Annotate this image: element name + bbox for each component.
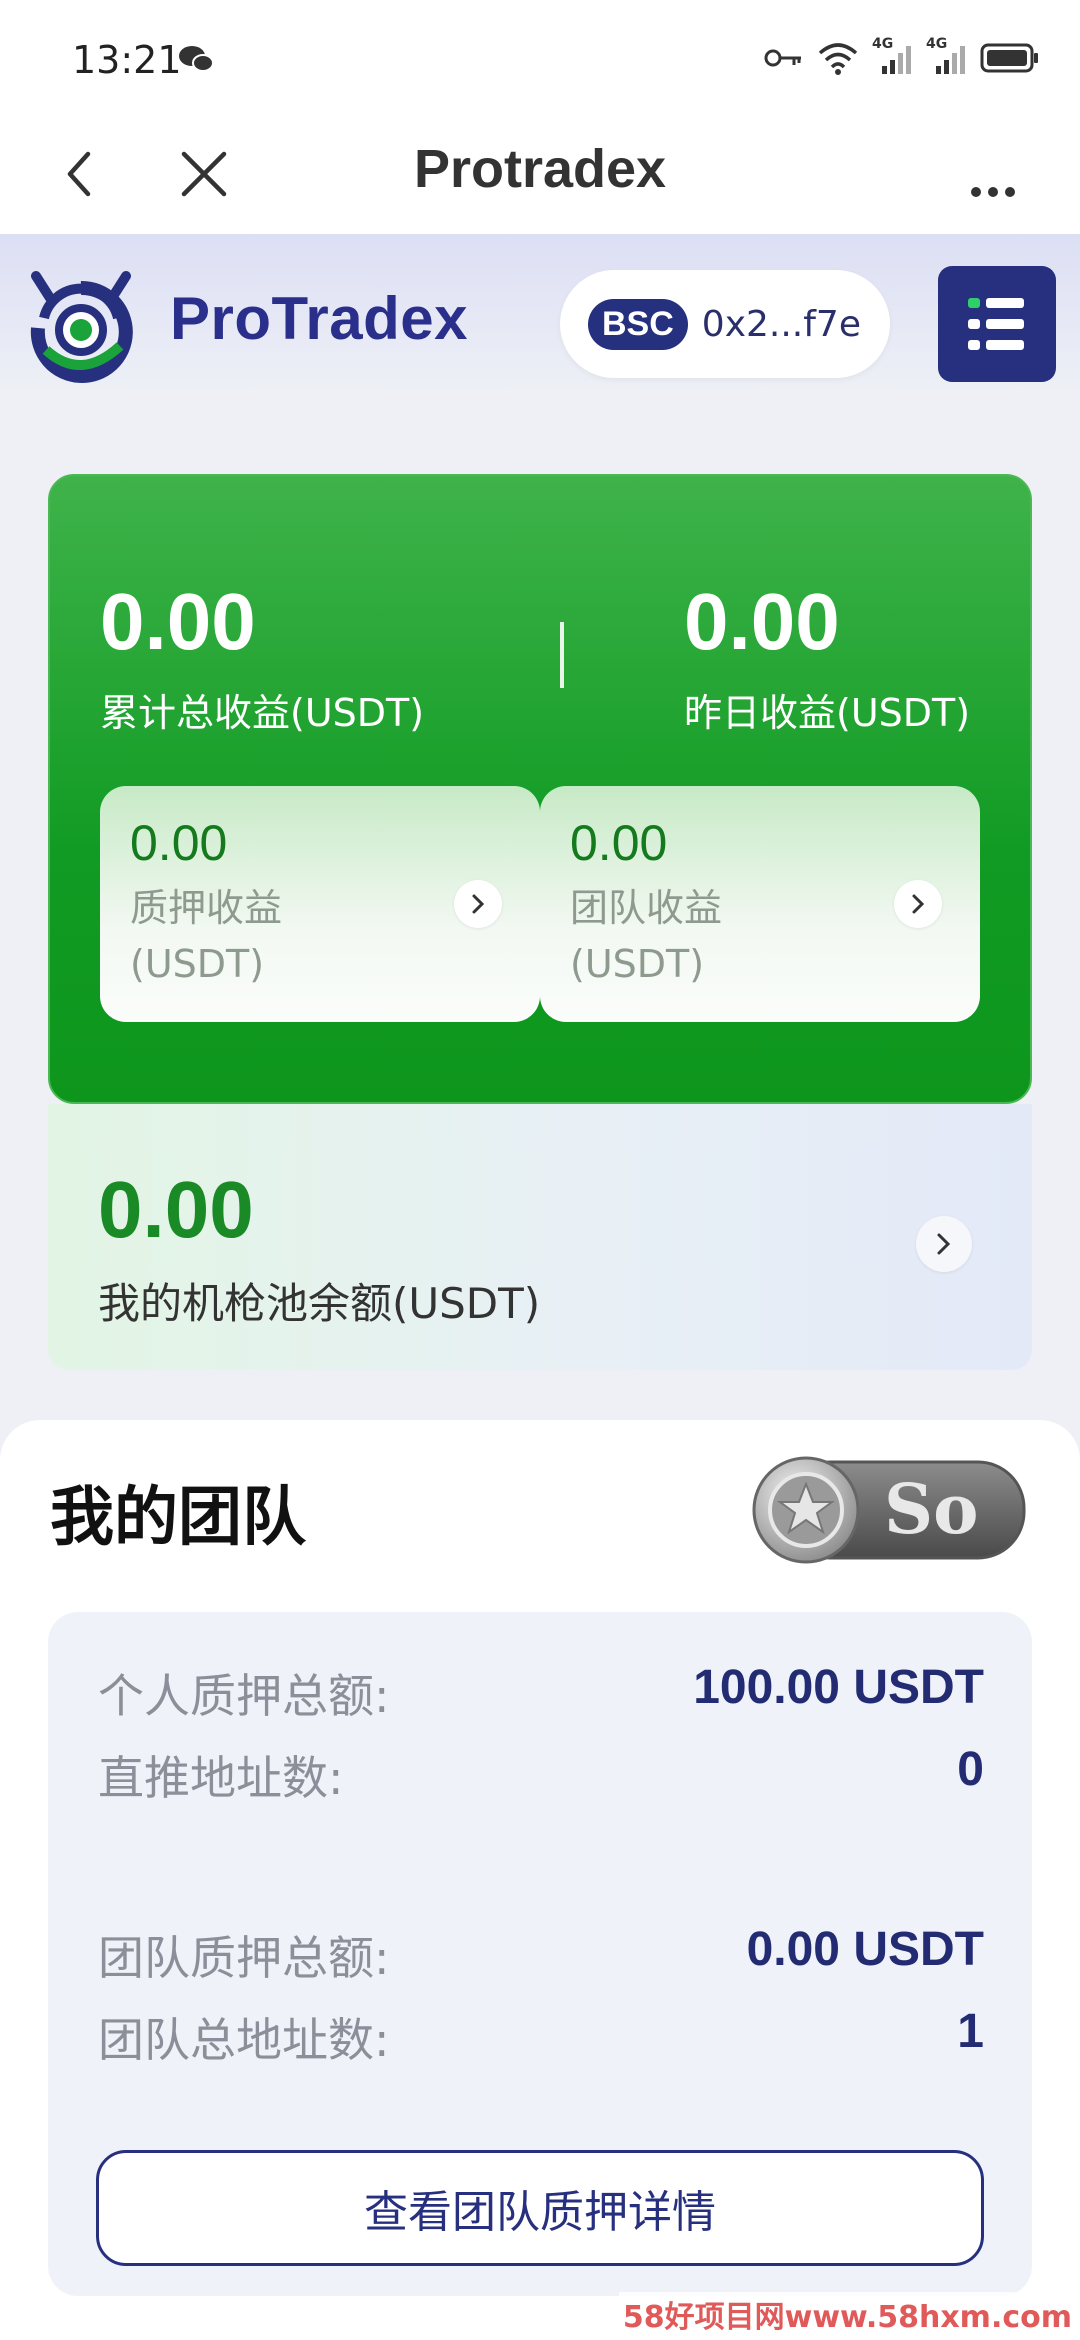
team-earnings-card[interactable]: 0.00 团队收益 (USDT) bbox=[540, 786, 980, 1022]
signal-2: 4G bbox=[926, 36, 966, 76]
staking-earnings-label: 质押收益 (USDT) bbox=[130, 886, 283, 986]
pool-balance-card[interactable]: 0.00 我的机枪池余额(USDT) bbox=[48, 1104, 1032, 1370]
status-bar: 13:21 4G 4G bbox=[0, 0, 1080, 118]
wallet-address: 0x2...f7e bbox=[701, 303, 861, 345]
info-value: 100.00 USDT bbox=[693, 1661, 984, 1714]
divider bbox=[560, 622, 564, 688]
nav-bar: Protradex bbox=[0, 118, 1080, 234]
info-value: 0.00 USDT bbox=[746, 1923, 984, 1976]
cell-signal-icon bbox=[882, 46, 911, 74]
info-label: 直推地址数: bbox=[98, 1751, 344, 1805]
earnings-card: 0.00 累计总收益(USDT) 0.00 昨日收益(USDT) 0.00 质押… bbox=[48, 474, 1032, 1104]
logo-text: ProTradex bbox=[170, 285, 468, 352]
info-row-personal-stake: 个人质押总额: 100.00 USDT bbox=[98, 1660, 984, 1723]
info-label: 团队总地址数: bbox=[98, 2013, 390, 2067]
chevron-right-icon[interactable] bbox=[916, 1216, 972, 1272]
chevron-right-icon[interactable] bbox=[894, 880, 942, 928]
page-title: Protradex bbox=[413, 139, 667, 199]
info-label: 团队质押总额: bbox=[98, 1931, 390, 1985]
info-value: 0 bbox=[957, 1743, 984, 1796]
wallet-connect-button[interactable]: BSC 0x2...f7e bbox=[560, 270, 890, 378]
info-row-team-addresses: 团队总地址数: 1 bbox=[98, 2004, 984, 2067]
logo-icon bbox=[30, 271, 133, 383]
staking-earnings-card[interactable]: 0.00 质押收益 (USDT) bbox=[100, 786, 540, 1022]
view-team-stake-details-button[interactable]: 查看团队质押详情 bbox=[96, 2150, 984, 2266]
watermark: 58好项目网www.58hxm.com bbox=[618, 2292, 1076, 2336]
key-icon bbox=[764, 49, 801, 67]
status-time: 13:21 bbox=[72, 38, 182, 82]
team-section: 我的团队 So 个人质押总额: 100.00 USDT 直推地址数: 0 团队质… bbox=[0, 1420, 1080, 2340]
status-icons: 4G 4G bbox=[764, 36, 1040, 78]
total-earnings-label: 累计总收益(USDT) bbox=[100, 691, 425, 735]
info-row-direct-referrals: 直推地址数: 0 bbox=[98, 1742, 984, 1805]
wechat-icon bbox=[179, 46, 214, 72]
team-earnings-label: 团队收益 (USDT) bbox=[570, 886, 723, 986]
menu-icon bbox=[968, 298, 1024, 350]
battery-icon bbox=[980, 43, 1038, 73]
yesterday-earnings-value: 0.00 bbox=[684, 577, 840, 666]
staking-earnings-value: 0.00 bbox=[130, 815, 228, 871]
pool-balance-value: 0.00 bbox=[98, 1165, 254, 1254]
yesterday-earnings-label: 昨日收益(USDT) bbox=[684, 691, 971, 735]
chevron-right-icon[interactable] bbox=[454, 880, 502, 928]
chain-badge: BSC bbox=[588, 298, 688, 350]
menu-button[interactable] bbox=[938, 266, 1056, 382]
more-icon[interactable] bbox=[958, 144, 1028, 204]
rank-badge: So bbox=[744, 1450, 1030, 1570]
pool-balance-label: 我的机枪池余额(USDT) bbox=[98, 1279, 541, 1328]
rank-label: So bbox=[884, 1470, 979, 1550]
team-earnings-value: 0.00 bbox=[570, 815, 668, 871]
total-earnings-value: 0.00 bbox=[100, 577, 256, 666]
team-info-panel: 个人质押总额: 100.00 USDT 直推地址数: 0 团队质押总额: 0.0… bbox=[48, 1612, 1032, 2296]
wifi-icon bbox=[818, 43, 858, 75]
signal-1: 4G bbox=[872, 36, 912, 76]
info-row-team-stake: 团队质押总额: 0.00 USDT bbox=[98, 1922, 984, 1985]
info-value: 1 bbox=[957, 2005, 984, 2058]
cell-signal-icon bbox=[936, 46, 965, 74]
info-label: 个人质押总额: bbox=[98, 1669, 390, 1723]
team-title: 我的团队 bbox=[50, 1481, 306, 1555]
